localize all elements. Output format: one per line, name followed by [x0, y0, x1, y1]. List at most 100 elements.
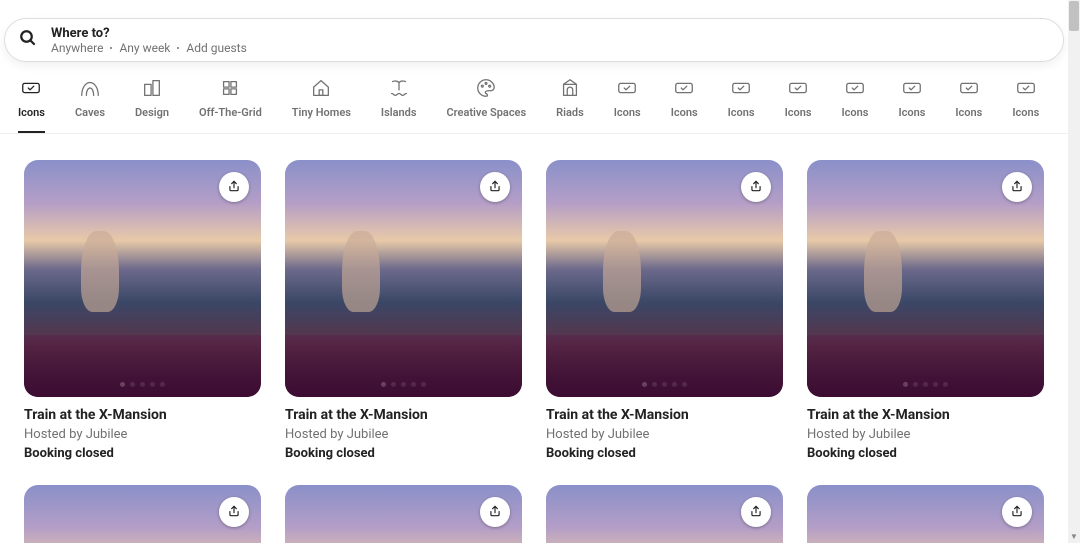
ticket-icon: [957, 76, 981, 100]
category-tab-icons[interactable]: Icons: [955, 76, 982, 133]
ticket-icon: [1014, 76, 1038, 100]
share-icon: [227, 178, 241, 197]
listing-title: Train at the X-Mansion: [24, 407, 261, 423]
listing-image[interactable]: [24, 485, 261, 543]
listing-image[interactable]: [285, 160, 522, 397]
listing-image[interactable]: [807, 160, 1044, 397]
category-tab-islands[interactable]: Islands: [381, 76, 417, 133]
category-tab-creative-spaces[interactable]: Creative Spaces: [446, 76, 526, 133]
share-icon: [749, 178, 763, 197]
category-label: Islands: [381, 106, 417, 119]
search-icon: [19, 29, 37, 51]
category-label: Icons: [671, 106, 698, 119]
category-label: Design: [135, 106, 169, 119]
separator-dot: [177, 47, 179, 49]
category-tab-icons[interactable]: Icons: [671, 76, 698, 133]
category-tab-icons[interactable]: Icons: [842, 76, 869, 133]
category-label: Riads: [556, 106, 584, 119]
listing-image[interactable]: [807, 485, 1044, 543]
share-button[interactable]: [1002, 497, 1032, 527]
listing-host: Hosted by Jubilee: [546, 427, 783, 442]
palette-icon: [474, 76, 498, 100]
separator-dot: [110, 47, 112, 49]
cave-icon: [78, 76, 102, 100]
category-tab-icons[interactable]: Icons: [785, 76, 812, 133]
share-button[interactable]: [741, 172, 771, 202]
page-viewport[interactable]: Where to? Anywhere Any week Add guests I…: [0, 0, 1068, 543]
riad-icon: [558, 76, 582, 100]
category-label: Off-The-Grid: [199, 106, 262, 119]
listing-status: Booking closed: [546, 446, 783, 461]
scrollbar-thumb[interactable]: [1069, 1, 1079, 31]
design-icon: [140, 76, 164, 100]
listing-card[interactable]: Train at the X-MansionHosted by JubileeB…: [807, 485, 1044, 543]
share-button[interactable]: [480, 172, 510, 202]
category-label: Tiny Homes: [292, 106, 351, 119]
search-anyweek: Any week: [119, 41, 170, 55]
search-title: Where to?: [51, 26, 247, 41]
category-tab-icons[interactable]: Icons: [614, 76, 641, 133]
listing-image[interactable]: [24, 160, 261, 397]
listing-card[interactable]: Train at the X-MansionHosted by JubileeB…: [285, 160, 522, 461]
ticket-icon: [786, 76, 810, 100]
category-tab-icons[interactable]: Icons: [18, 76, 45, 133]
search-anywhere: Anywhere: [51, 41, 103, 55]
ticket-icon: [843, 76, 867, 100]
category-label: Icons: [842, 106, 869, 119]
category-label: Creative Spaces: [446, 106, 526, 119]
category-tab-riads[interactable]: Riads: [556, 76, 584, 133]
share-button[interactable]: [219, 497, 249, 527]
listing-status: Booking closed: [285, 446, 522, 461]
tinyhome-icon: [309, 76, 333, 100]
category-tabs: Icons Caves Design Off-The-Grid Tiny Homes Is…: [0, 62, 1068, 134]
listing-image[interactable]: [285, 485, 522, 543]
listing-card[interactable]: Train at the X-Mansion Hosted by Jubilee B…: [546, 160, 783, 461]
listing-card[interactable]: Train at the X-MansionHosted by JubileeB…: [24, 485, 261, 543]
listing-title: Train at the X-Mansion: [807, 407, 1044, 423]
listing-status: Booking closed: [807, 446, 1044, 461]
share-button[interactable]: [480, 497, 510, 527]
search-bar[interactable]: Where to? Anywhere Any week Add guests: [4, 18, 1064, 62]
carousel-dots[interactable]: [807, 382, 1044, 387]
island-icon: [387, 76, 411, 100]
category-tab-icons[interactable]: Icons: [728, 76, 755, 133]
share-icon: [488, 503, 502, 522]
listing-title: Train at the X-Mansion: [285, 407, 522, 423]
carousel-dots[interactable]: [546, 382, 783, 387]
carousel-dots[interactable]: [285, 382, 522, 387]
listing-grid: Train at the X-Mansion Hosted by Jubilee B…: [0, 134, 1068, 543]
category-tab-tiny-homes[interactable]: Tiny Homes: [292, 76, 351, 133]
listing-card[interactable]: Train at the X-MansionHosted by JubileeB…: [546, 485, 783, 543]
share-button[interactable]: [741, 497, 771, 527]
share-button[interactable]: [1002, 172, 1032, 202]
scrollbar-down-arrow[interactable]: ▼: [1069, 532, 1079, 542]
category-tab-icons[interactable]: Icons: [1012, 76, 1039, 133]
listing-image[interactable]: [546, 485, 783, 543]
search-text: Where to? Anywhere Any week Add guests: [51, 26, 247, 55]
share-icon: [488, 178, 502, 197]
listing-image[interactable]: [546, 160, 783, 397]
category-label: Caves: [75, 106, 105, 119]
listing-card[interactable]: Train at the X-MansionHosted by JubileeB…: [285, 485, 522, 543]
listing-title: Train at the X-Mansion: [546, 407, 783, 423]
carousel-dots[interactable]: [24, 382, 261, 387]
share-icon: [1010, 178, 1024, 197]
category-tab-caves[interactable]: Caves: [75, 76, 105, 133]
category-tab-design[interactable]: Design: [135, 76, 169, 133]
offgrid-icon: [218, 76, 242, 100]
scrollbar-track[interactable]: ▼: [1068, 0, 1080, 543]
ticket-icon: [672, 76, 696, 100]
share-button[interactable]: [219, 172, 249, 202]
listing-status: Booking closed: [24, 446, 261, 461]
listing-card[interactable]: Train at the X-Mansion Hosted by Jubilee B…: [24, 160, 261, 461]
share-icon: [1010, 503, 1024, 522]
ticket-icon: [615, 76, 639, 100]
category-tab-off-the-grid[interactable]: Off-The-Grid: [199, 76, 262, 133]
listing-host: Hosted by Jubilee: [24, 427, 261, 442]
listing-card[interactable]: Train at the X-MansionHosted by JubileeB…: [807, 160, 1044, 461]
search-bar-container: Where to? Anywhere Any week Add guests: [0, 0, 1068, 62]
category-label: Icons: [1012, 106, 1039, 119]
category-tab-icons[interactable]: Icons: [898, 76, 925, 133]
category-label: Icons: [728, 106, 755, 119]
search-addguests: Add guests: [186, 41, 246, 55]
